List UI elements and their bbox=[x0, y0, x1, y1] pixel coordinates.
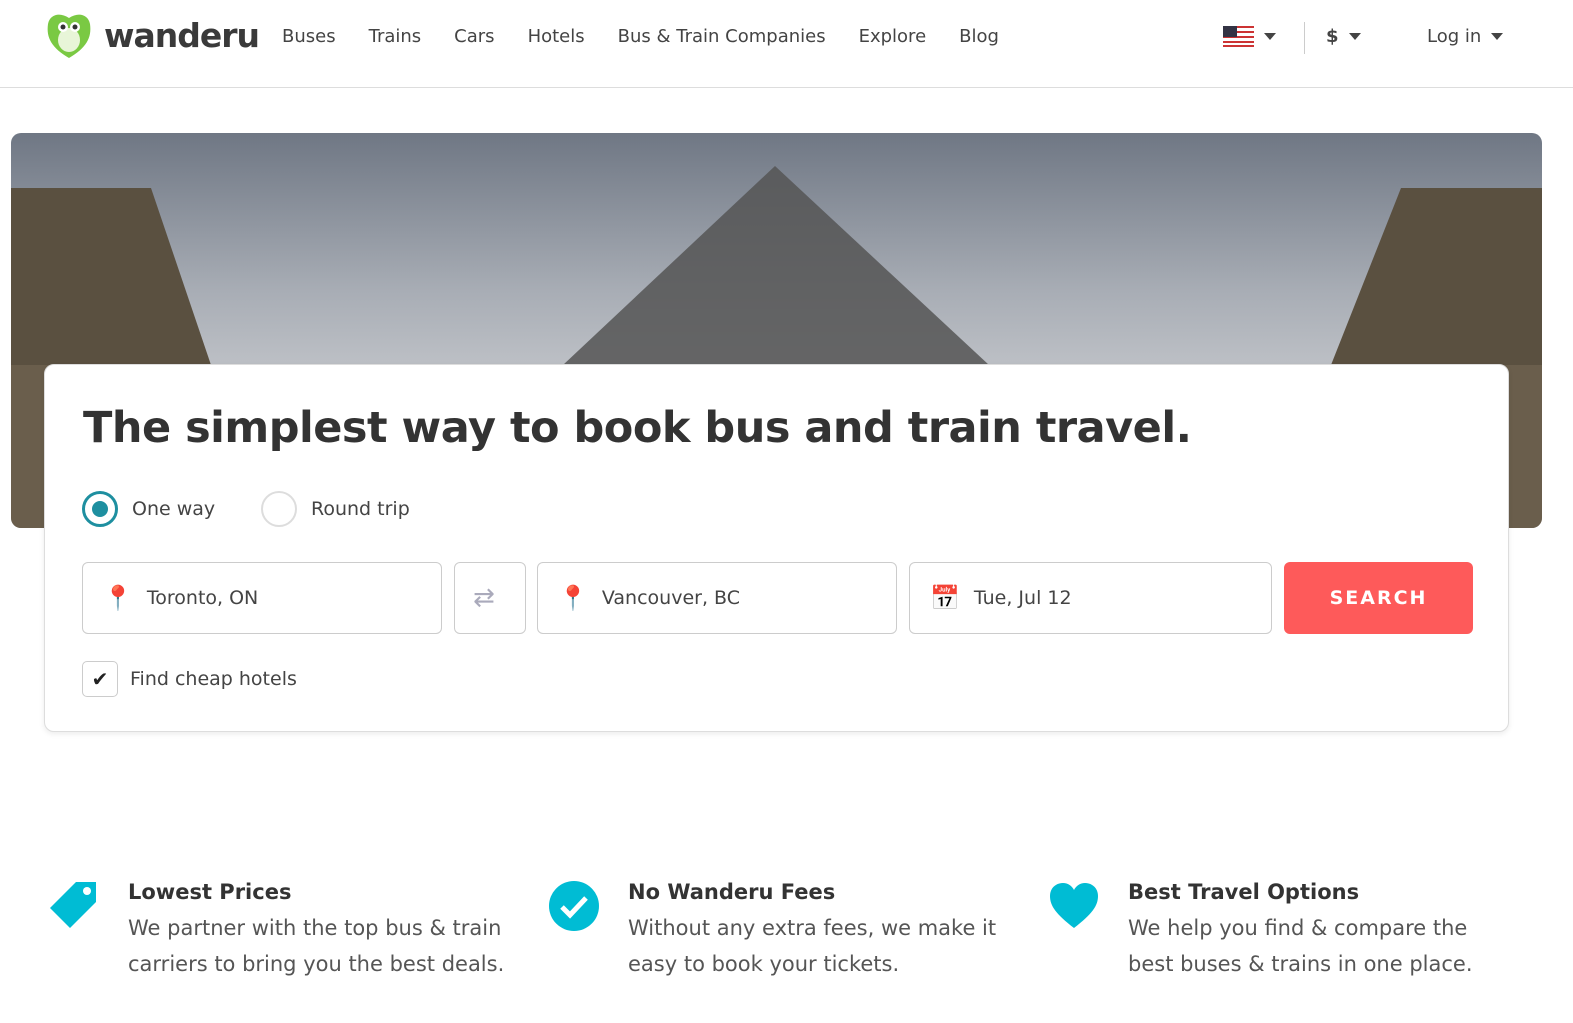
radio-one-way[interactable]: One way bbox=[82, 491, 215, 527]
feature-no-fees: No Wanderu Fees Without any extra fees, w… bbox=[548, 880, 1008, 982]
monkey-logo-icon bbox=[47, 14, 91, 58]
checkmark-icon: ✔ bbox=[82, 661, 118, 697]
feature-text: We partner with the top bus & train carr… bbox=[128, 916, 505, 976]
origin-input[interactable]: 📍 Toronto, ON bbox=[82, 562, 442, 634]
chevron-down-icon bbox=[1348, 33, 1361, 40]
feature-text: Without any extra fees, we make it easy … bbox=[628, 916, 997, 976]
tag-icon bbox=[50, 882, 96, 928]
divider bbox=[1304, 22, 1305, 54]
feature-best-options: Best Travel Options We help you find & co… bbox=[1048, 880, 1508, 982]
date-input[interactable]: 📅 Tue, Jul 12 bbox=[909, 562, 1272, 634]
chevron-down-icon bbox=[1491, 33, 1504, 40]
date-value: Tue, Jul 12 bbox=[973, 587, 1072, 609]
top-nav: wanderu Buses Trains Cars Hotels Bus & T… bbox=[0, 0, 1573, 88]
login-label: Log in bbox=[1427, 26, 1482, 47]
feature-title: No Wanderu Fees bbox=[628, 880, 836, 904]
language-selector[interactable] bbox=[1223, 26, 1276, 47]
page-title: The simplest way to book bus and train t… bbox=[83, 403, 1192, 453]
radio-round-trip[interactable]: Round trip bbox=[261, 491, 410, 527]
origin-value: Toronto, ON bbox=[146, 587, 259, 609]
feature-title: Best Travel Options bbox=[1128, 880, 1360, 904]
us-flag-icon bbox=[1223, 26, 1254, 47]
hotels-checkbox[interactable]: ✔ Find cheap hotels bbox=[82, 661, 297, 697]
feature-lowest-prices: Lowest Prices We partner with the top bus… bbox=[48, 880, 508, 982]
currency-symbol: $ bbox=[1326, 26, 1339, 47]
nav-explore[interactable]: Explore bbox=[859, 26, 927, 47]
search-button[interactable]: SEARCH bbox=[1284, 562, 1473, 634]
feature-text: We help you find & compare the best buse… bbox=[1128, 916, 1473, 976]
chevron-down-icon bbox=[1264, 33, 1276, 40]
currency-selector[interactable]: $ bbox=[1326, 26, 1361, 47]
destination-input[interactable]: 📍 Vancouver, BC bbox=[537, 562, 897, 634]
nav-trains[interactable]: Trains bbox=[369, 26, 422, 47]
swap-button[interactable]: ⇄ bbox=[454, 562, 526, 634]
heart-icon bbox=[1050, 883, 1098, 928]
calendar-icon: 📅 bbox=[930, 584, 960, 612]
nav-blog[interactable]: Blog bbox=[959, 26, 999, 47]
radio-label: Round trip bbox=[311, 498, 410, 520]
brand-name: wanderu bbox=[104, 15, 260, 55]
swap-arrows-icon: ⇄ bbox=[473, 583, 495, 613]
search-card: The simplest way to book bus and train t… bbox=[44, 364, 1509, 732]
feature-title: Lowest Prices bbox=[128, 880, 292, 904]
map-pin-icon: 📍 bbox=[558, 584, 588, 612]
map-pin-icon: 📍 bbox=[103, 584, 133, 612]
logo[interactable]: wanderu bbox=[44, 10, 260, 60]
nav-cars[interactable]: Cars bbox=[454, 26, 494, 47]
radio-label: One way bbox=[132, 498, 216, 520]
nav-buses[interactable]: Buses bbox=[282, 26, 336, 47]
check-circle-icon bbox=[549, 881, 599, 931]
login-menu[interactable]: Log in bbox=[1427, 26, 1504, 47]
nav-companies[interactable]: Bus & Train Companies bbox=[618, 26, 826, 47]
hotels-label: Find cheap hotels bbox=[130, 668, 297, 690]
nav-hotels[interactable]: Hotels bbox=[528, 26, 585, 47]
destination-value: Vancouver, BC bbox=[601, 587, 741, 609]
